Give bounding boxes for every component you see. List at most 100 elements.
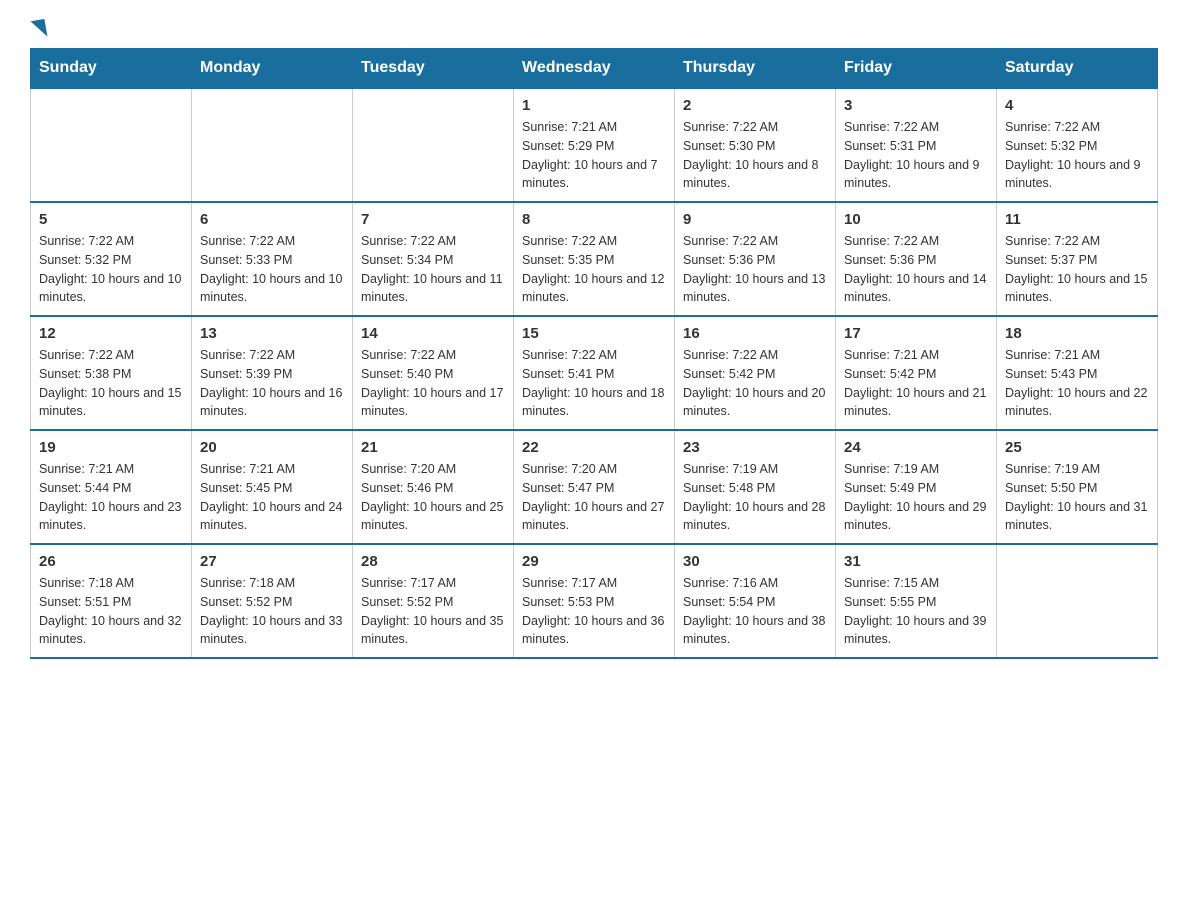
- calendar-cell: 13 Sunrise: 7:22 AM Sunset: 5:39 PM Dayli…: [192, 316, 353, 430]
- day-number: 8: [522, 211, 666, 228]
- day-info: Sunrise: 7:22 AM Sunset: 5:32 PM Dayligh…: [1005, 118, 1149, 193]
- calendar-cell: 18 Sunrise: 7:21 AM Sunset: 5:43 PM Dayli…: [997, 316, 1158, 430]
- day-info: Sunrise: 7:16 AM Sunset: 5:54 PM Dayligh…: [683, 574, 827, 649]
- logo-arrow-icon: [31, 19, 48, 39]
- week-row-1: 1 Sunrise: 7:21 AM Sunset: 5:29 PM Daylig…: [31, 88, 1158, 202]
- day-number: 11: [1005, 211, 1149, 228]
- calendar-cell: 16Sunrise: 7:22 AM Sunset: 5:42 PM Dayli…: [675, 316, 836, 430]
- weekday-header-monday: Monday: [192, 49, 353, 89]
- calendar-cell: 5 Sunrise: 7:22 AM Sunset: 5:32 PM Daylig…: [31, 202, 192, 316]
- weekday-header-sunday: Sunday: [31, 49, 192, 89]
- day-info: Sunrise: 7:22 AM Sunset: 5:32 PM Dayligh…: [39, 232, 183, 307]
- day-number: 16: [683, 325, 827, 342]
- day-number: 9: [683, 211, 827, 228]
- day-info: Sunrise: 7:21 AM Sunset: 5:43 PM Dayligh…: [1005, 346, 1149, 421]
- calendar-cell: 31Sunrise: 7:15 AM Sunset: 5:55 PM Dayli…: [836, 544, 997, 658]
- day-info: Sunrise: 7:22 AM Sunset: 5:31 PM Dayligh…: [844, 118, 988, 193]
- weekday-header-wednesday: Wednesday: [514, 49, 675, 89]
- calendar-cell: 22 Sunrise: 7:20 AM Sunset: 5:47 PM Dayli…: [514, 430, 675, 544]
- day-number: 24: [844, 439, 988, 456]
- day-number: 29: [522, 553, 666, 570]
- calendar-cell: 25 Sunrise: 7:19 AM Sunset: 5:50 PM Dayli…: [997, 430, 1158, 544]
- calendar-cell: 23 Sunrise: 7:19 AM Sunset: 5:48 PM Dayli…: [675, 430, 836, 544]
- day-info: Sunrise: 7:22 AM Sunset: 5:39 PM Dayligh…: [200, 346, 344, 421]
- day-number: 5: [39, 211, 183, 228]
- day-info: Sunrise: 7:22 AM Sunset: 5:37 PM Dayligh…: [1005, 232, 1149, 307]
- day-number: 28: [361, 553, 505, 570]
- weekday-header-friday: Friday: [836, 49, 997, 89]
- week-row-3: 12 Sunrise: 7:22 AM Sunset: 5:38 PM Dayli…: [31, 316, 1158, 430]
- calendar-cell: 24 Sunrise: 7:19 AM Sunset: 5:49 PM Dayli…: [836, 430, 997, 544]
- day-info: Sunrise: 7:20 AM Sunset: 5:47 PM Dayligh…: [522, 460, 666, 535]
- day-info: Sunrise: 7:22 AM Sunset: 5:30 PM Dayligh…: [683, 118, 827, 193]
- day-info: Sunrise: 7:21 AM Sunset: 5:45 PM Dayligh…: [200, 460, 344, 535]
- weekday-header-thursday: Thursday: [675, 49, 836, 89]
- day-info: Sunrise: 7:20 AM Sunset: 5:46 PM Dayligh…: [361, 460, 505, 535]
- day-number: 18: [1005, 325, 1149, 342]
- calendar-cell: 28 Sunrise: 7:17 AM Sunset: 5:52 PM Dayli…: [353, 544, 514, 658]
- day-info: Sunrise: 7:22 AM Sunset: 5:41 PM Dayligh…: [522, 346, 666, 421]
- calendar-cell: 11 Sunrise: 7:22 AM Sunset: 5:37 PM Dayli…: [997, 202, 1158, 316]
- day-info: Sunrise: 7:22 AM Sunset: 5:36 PM Dayligh…: [844, 232, 988, 307]
- calendar-cell: 15 Sunrise: 7:22 AM Sunset: 5:41 PM Dayli…: [514, 316, 675, 430]
- calendar-cell: 4 Sunrise: 7:22 AM Sunset: 5:32 PM Daylig…: [997, 88, 1158, 202]
- calendar-cell: 14 Sunrise: 7:22 AM Sunset: 5:40 PM Dayli…: [353, 316, 514, 430]
- calendar-cell: 8Sunrise: 7:22 AM Sunset: 5:35 PM Daylig…: [514, 202, 675, 316]
- week-row-5: 26 Sunrise: 7:18 AM Sunset: 5:51 PM Dayli…: [31, 544, 1158, 658]
- calendar-cell: [192, 88, 353, 202]
- day-number: 30: [683, 553, 827, 570]
- day-number: 19: [39, 439, 183, 456]
- day-number: 20: [200, 439, 344, 456]
- calendar-cell: 10 Sunrise: 7:22 AM Sunset: 5:36 PM Dayli…: [836, 202, 997, 316]
- day-number: 1: [522, 97, 666, 114]
- day-info: Sunrise: 7:22 AM Sunset: 5:40 PM Dayligh…: [361, 346, 505, 421]
- day-number: 12: [39, 325, 183, 342]
- day-info: Sunrise: 7:22 AM Sunset: 5:33 PM Dayligh…: [200, 232, 344, 307]
- day-number: 15: [522, 325, 666, 342]
- day-number: 25: [1005, 439, 1149, 456]
- day-info: Sunrise: 7:22 AM Sunset: 5:36 PM Dayligh…: [683, 232, 827, 307]
- day-number: 6: [200, 211, 344, 228]
- day-info: Sunrise: 7:18 AM Sunset: 5:52 PM Dayligh…: [200, 574, 344, 649]
- calendar-cell: [31, 88, 192, 202]
- calendar-cell: 19 Sunrise: 7:21 AM Sunset: 5:44 PM Dayli…: [31, 430, 192, 544]
- day-info: Sunrise: 7:18 AM Sunset: 5:51 PM Dayligh…: [39, 574, 183, 649]
- calendar-cell: 30 Sunrise: 7:16 AM Sunset: 5:54 PM Dayli…: [675, 544, 836, 658]
- calendar-cell: 1 Sunrise: 7:21 AM Sunset: 5:29 PM Daylig…: [514, 88, 675, 202]
- calendar-cell: 6 Sunrise: 7:22 AM Sunset: 5:33 PM Daylig…: [192, 202, 353, 316]
- day-info: Sunrise: 7:17 AM Sunset: 5:52 PM Dayligh…: [361, 574, 505, 649]
- day-info: Sunrise: 7:19 AM Sunset: 5:50 PM Dayligh…: [1005, 460, 1149, 535]
- calendar-cell: 21 Sunrise: 7:20 AM Sunset: 5:46 PM Dayli…: [353, 430, 514, 544]
- calendar-cell: 20 Sunrise: 7:21 AM Sunset: 5:45 PM Dayli…: [192, 430, 353, 544]
- calendar-cell: [353, 88, 514, 202]
- day-number: 10: [844, 211, 988, 228]
- day-number: 26: [39, 553, 183, 570]
- calendar-cell: 12 Sunrise: 7:22 AM Sunset: 5:38 PM Dayli…: [31, 316, 192, 430]
- calendar-cell: 27Sunrise: 7:18 AM Sunset: 5:52 PM Dayli…: [192, 544, 353, 658]
- day-number: 22: [522, 439, 666, 456]
- week-row-4: 19 Sunrise: 7:21 AM Sunset: 5:44 PM Dayli…: [31, 430, 1158, 544]
- weekday-header-saturday: Saturday: [997, 49, 1158, 89]
- day-number: 4: [1005, 97, 1149, 114]
- day-number: 2: [683, 97, 827, 114]
- day-info: Sunrise: 7:22 AM Sunset: 5:38 PM Dayligh…: [39, 346, 183, 421]
- calendar-cell: 26 Sunrise: 7:18 AM Sunset: 5:51 PM Dayli…: [31, 544, 192, 658]
- day-info: Sunrise: 7:21 AM Sunset: 5:29 PM Dayligh…: [522, 118, 666, 193]
- weekday-header-tuesday: Tuesday: [353, 49, 514, 89]
- day-number: 7: [361, 211, 505, 228]
- day-info: Sunrise: 7:19 AM Sunset: 5:48 PM Dayligh…: [683, 460, 827, 535]
- day-info: Sunrise: 7:21 AM Sunset: 5:44 PM Dayligh…: [39, 460, 183, 535]
- day-number: 23: [683, 439, 827, 456]
- page-header: [30, 20, 1158, 38]
- day-number: 14: [361, 325, 505, 342]
- day-info: Sunrise: 7:19 AM Sunset: 5:49 PM Dayligh…: [844, 460, 988, 535]
- day-info: Sunrise: 7:21 AM Sunset: 5:42 PM Dayligh…: [844, 346, 988, 421]
- calendar-cell: 2 Sunrise: 7:22 AM Sunset: 5:30 PM Daylig…: [675, 88, 836, 202]
- day-number: 17: [844, 325, 988, 342]
- day-number: 13: [200, 325, 344, 342]
- day-number: 21: [361, 439, 505, 456]
- day-number: 31: [844, 553, 988, 570]
- calendar-cell: [997, 544, 1158, 658]
- calendar-cell: 9 Sunrise: 7:22 AM Sunset: 5:36 PM Daylig…: [675, 202, 836, 316]
- calendar-cell: 17 Sunrise: 7:21 AM Sunset: 5:42 PM Dayli…: [836, 316, 997, 430]
